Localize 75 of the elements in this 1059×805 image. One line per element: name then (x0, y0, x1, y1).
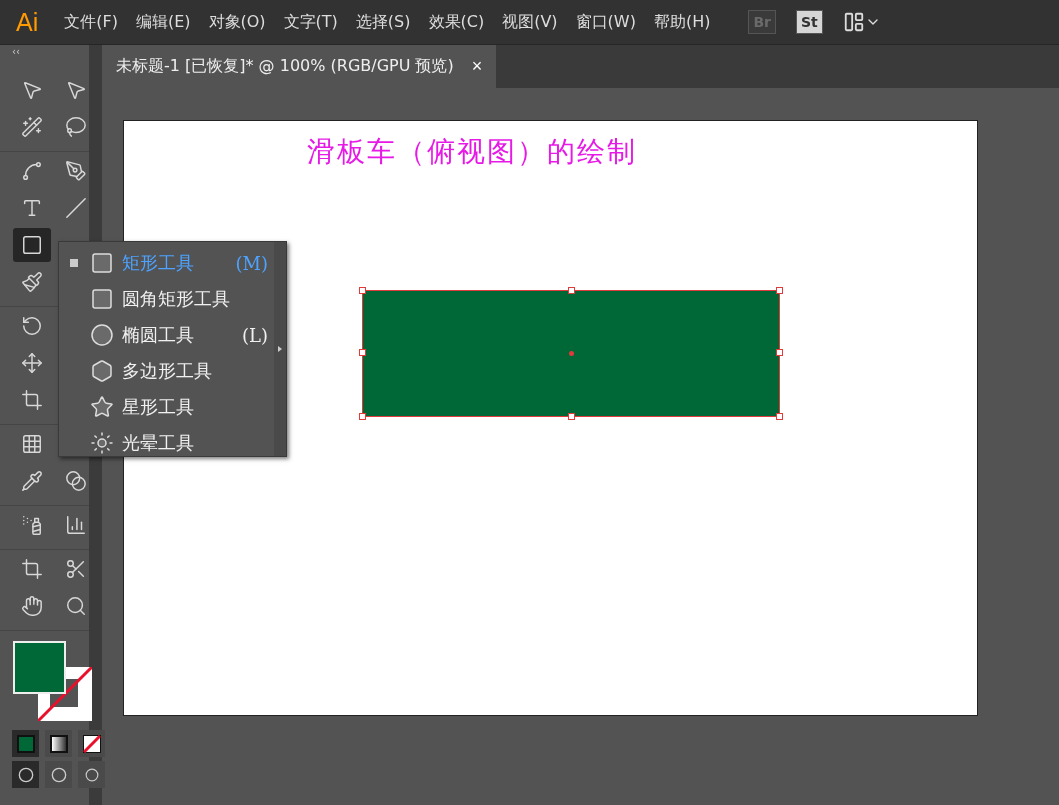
line-icon (65, 197, 87, 219)
shaper-icon (21, 271, 43, 293)
rotate-icon (21, 315, 43, 337)
lasso-icon (65, 116, 87, 138)
wand-icon (21, 116, 43, 138)
menu-item[interactable]: 效果(C) (428, 11, 485, 33)
menu-item[interactable]: 对象(O) (208, 11, 266, 33)
draw-mode-button[interactable] (78, 761, 105, 788)
menu-item[interactable]: 文字(T) (283, 11, 338, 33)
gradient-button[interactable] (45, 730, 72, 757)
eyedropper-icon (21, 470, 43, 492)
none-icon (82, 734, 101, 753)
menu-item[interactable]: 帮助(H) (653, 11, 711, 33)
draw-normal-icon (17, 766, 34, 783)
draw-inside-icon (84, 767, 99, 782)
app-logo: Ai (16, 7, 39, 37)
selection-handle[interactable] (359, 349, 366, 356)
selection-handle[interactable] (359, 413, 366, 420)
document-title: 未标题-1 [已恢复]* @ 100% (RGB/GPU 预览) (116, 56, 454, 77)
curvature-icon (21, 160, 43, 182)
selection-handle[interactable] (776, 349, 783, 356)
artboard-heading: 滑板车（俯视图）的绘制 (307, 134, 638, 170)
selection-handle[interactable] (568, 413, 575, 420)
rect-icon (21, 234, 43, 256)
menu-item[interactable]: 选择(S) (355, 11, 411, 33)
slice-icon (65, 558, 87, 580)
selection-handle[interactable] (359, 287, 366, 294)
polygon-icon (90, 359, 114, 383)
pen-icon (65, 160, 87, 182)
star-icon (90, 395, 114, 419)
ellipse-icon (90, 323, 114, 347)
flyout-item[interactable]: 星形工具 (67, 389, 268, 425)
menu-item[interactable]: 窗口(W) (575, 11, 636, 33)
menu-item[interactable]: 编辑(E) (135, 11, 191, 33)
fill-color-icon (16, 734, 35, 753)
flyout-item[interactable]: 椭圆工具 (L) (67, 317, 268, 353)
select-icon (21, 79, 43, 101)
tool-button[interactable] (13, 228, 51, 262)
menu-item[interactable]: 文件(F) (64, 11, 118, 33)
stock-button[interactable]: St (796, 10, 823, 34)
zoom-icon (65, 595, 87, 617)
flyout-item[interactable]: 多边形工具 (67, 353, 268, 389)
selected-bullet (70, 259, 78, 267)
draw-mode-button[interactable] (12, 761, 39, 788)
mesh-icon (21, 433, 43, 455)
color-mode-button[interactable] (12, 730, 39, 757)
flyout-item[interactable]: 光晕工具 (67, 425, 268, 461)
hand-icon (21, 595, 43, 617)
fill-swatch[interactable] (13, 641, 66, 694)
puppet-icon (21, 352, 43, 374)
center-point (569, 351, 574, 356)
menu-item[interactable]: 视图(V) (502, 11, 558, 33)
sprayer-icon (21, 514, 43, 536)
selection-handle[interactable] (776, 287, 783, 294)
rounded-icon (90, 287, 114, 311)
workspace-icon[interactable] (842, 11, 865, 33)
collapse-button[interactable]: ‹‹ (0, 45, 32, 57)
selection-handle[interactable] (776, 413, 783, 420)
triangle-icon (278, 346, 282, 352)
transform-icon (21, 389, 43, 411)
flyout-item[interactable]: 圆角矩形工具 (67, 281, 268, 317)
artboard-icon (21, 558, 43, 580)
draw-behind-icon (50, 766, 67, 783)
graph-icon (65, 514, 87, 536)
direct-icon (65, 79, 87, 101)
selection-handle[interactable] (568, 287, 575, 294)
close-button[interactable]: × (471, 56, 483, 77)
gradient-icon (49, 734, 68, 753)
rect-icon (90, 251, 114, 275)
flare-icon (90, 431, 114, 455)
draw-mode-button[interactable] (45, 761, 72, 788)
type-icon (21, 197, 43, 219)
blend-icon (65, 470, 87, 492)
document-tab[interactable]: 未标题-1 [已恢复]* @ 100% (RGB/GPU 预览) × (102, 45, 497, 88)
none-button[interactable] (78, 730, 105, 757)
